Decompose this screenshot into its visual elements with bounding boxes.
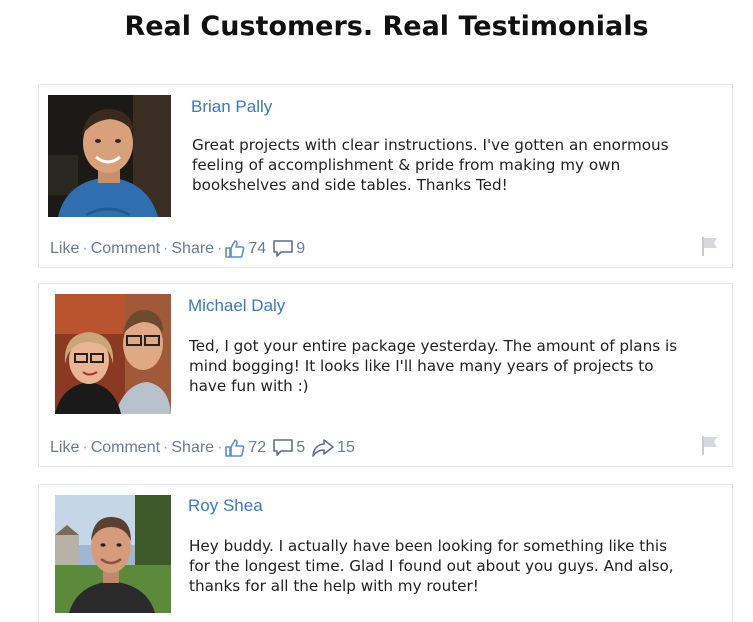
flag-icon[interactable] [700,434,720,456]
likes-count[interactable]: 72 [225,439,266,457]
separator: · [82,240,88,257]
separator: · [82,439,88,456]
comments-value: 9 [296,240,306,257]
share-link[interactable]: Share [171,240,214,258]
separator: · [163,439,169,456]
thumbs-up-icon [225,240,245,258]
testimonial-card: Roy Shea Hey buddy. I actually have been… [38,484,733,622]
comment-bubble-icon [273,439,294,456]
author-name-link[interactable]: Roy Shea [188,496,263,516]
comments-value: 5 [296,439,306,456]
comment-bubble-icon [273,240,294,257]
testimonial-card: Michael Daly Ted, I got your entire pack… [38,283,733,467]
author-name-link[interactable]: Michael Daly [188,296,285,316]
testimonial-text: Great projects with clear instructions. … [192,136,669,194]
testimonial-card: Brian Pally Great projects with clear in… [38,84,733,268]
avatar [55,495,171,613]
likes-value: 72 [248,439,267,456]
author-name-link[interactable]: Brian Pally [191,97,272,117]
separator: · [217,439,223,456]
shares-count[interactable]: 15 [312,439,355,457]
like-link[interactable]: Like [50,439,79,457]
comments-count[interactable]: 5 [273,439,305,457]
avatar [55,294,171,414]
likes-value: 74 [248,240,267,257]
testimonial-text: Ted, I got your entire package yesterday… [189,337,678,395]
comment-link[interactable]: Comment [91,240,160,258]
like-link[interactable]: Like [50,240,79,258]
action-bar: Like · Comment · Share · 74 9 [50,240,312,258]
testimonial-text: Hey buddy. I actually have been looking … [189,537,674,595]
share-link[interactable]: Share [171,439,214,457]
avatar [48,95,171,217]
separator: · [217,240,223,257]
comments-count[interactable]: 9 [273,240,305,258]
shares-value: 15 [337,439,355,456]
separator: · [163,240,169,257]
thumbs-up-icon [225,439,245,457]
likes-count[interactable]: 74 [225,240,266,258]
flag-icon[interactable] [700,235,720,257]
action-bar: Like · Comment · Share · 72 5 15 [50,439,362,457]
page-title: Real Customers. Real Testimonials [124,11,649,42]
share-arrow-icon [312,439,334,457]
comment-link[interactable]: Comment [91,439,160,457]
